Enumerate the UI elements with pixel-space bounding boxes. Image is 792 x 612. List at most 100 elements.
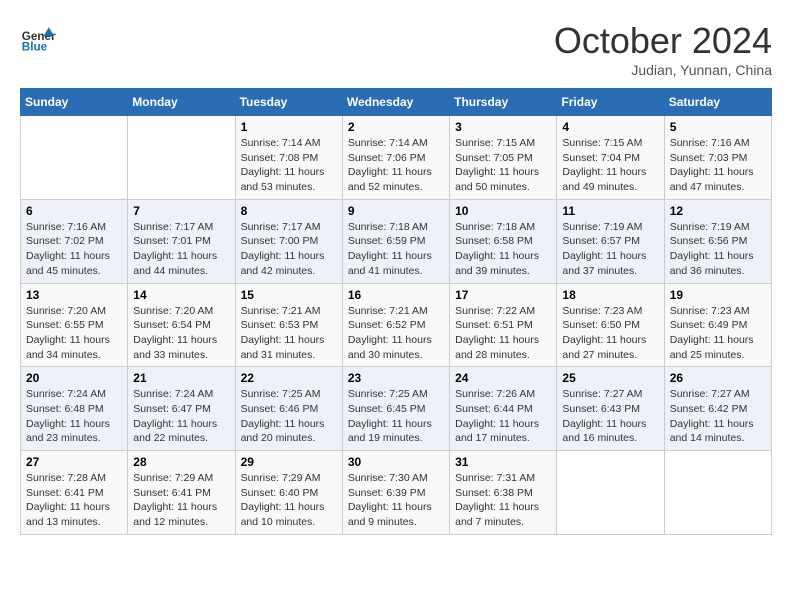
calendar-cell: 31 Sunrise: 7:31 AMSunset: 6:38 PMDaylig… — [450, 451, 557, 535]
day-info: Sunrise: 7:29 AMSunset: 6:40 PMDaylight:… — [241, 472, 325, 528]
day-number: 24 — [455, 371, 551, 385]
day-number: 19 — [670, 288, 766, 302]
calendar-week-row: 13 Sunrise: 7:20 AMSunset: 6:55 PMDaylig… — [21, 283, 772, 367]
calendar-header-row: SundayMondayTuesdayWednesdayThursdayFrid… — [21, 89, 772, 116]
calendar-cell: 27 Sunrise: 7:28 AMSunset: 6:41 PMDaylig… — [21, 451, 128, 535]
day-info: Sunrise: 7:14 AMSunset: 7:06 PMDaylight:… — [348, 137, 432, 193]
day-number: 21 — [133, 371, 229, 385]
calendar-cell: 26 Sunrise: 7:27 AMSunset: 6:42 PMDaylig… — [664, 367, 771, 451]
day-header-tuesday: Tuesday — [235, 89, 342, 116]
svg-text:Blue: Blue — [22, 41, 48, 54]
day-info: Sunrise: 7:25 AMSunset: 6:46 PMDaylight:… — [241, 388, 325, 444]
calendar-cell: 1 Sunrise: 7:14 AMSunset: 7:08 PMDayligh… — [235, 116, 342, 200]
calendar-cell: 29 Sunrise: 7:29 AMSunset: 6:40 PMDaylig… — [235, 451, 342, 535]
day-info: Sunrise: 7:26 AMSunset: 6:44 PMDaylight:… — [455, 388, 539, 444]
day-number: 29 — [241, 455, 337, 469]
day-info: Sunrise: 7:19 AMSunset: 6:57 PMDaylight:… — [562, 221, 646, 277]
day-info: Sunrise: 7:30 AMSunset: 6:39 PMDaylight:… — [348, 472, 432, 528]
day-number: 14 — [133, 288, 229, 302]
calendar-cell: 15 Sunrise: 7:21 AMSunset: 6:53 PMDaylig… — [235, 283, 342, 367]
calendar-cell: 18 Sunrise: 7:23 AMSunset: 6:50 PMDaylig… — [557, 283, 664, 367]
day-info: Sunrise: 7:22 AMSunset: 6:51 PMDaylight:… — [455, 305, 539, 361]
day-number: 16 — [348, 288, 444, 302]
calendar-cell — [128, 116, 235, 200]
page-header: General Blue October 2024 Judian, Yunnan… — [20, 20, 772, 78]
day-header-wednesday: Wednesday — [342, 89, 449, 116]
day-number: 5 — [670, 120, 766, 134]
calendar-cell: 17 Sunrise: 7:22 AMSunset: 6:51 PMDaylig… — [450, 283, 557, 367]
calendar-cell: 4 Sunrise: 7:15 AMSunset: 7:04 PMDayligh… — [557, 116, 664, 200]
day-info: Sunrise: 7:29 AMSunset: 6:41 PMDaylight:… — [133, 472, 217, 528]
day-number: 28 — [133, 455, 229, 469]
day-info: Sunrise: 7:20 AMSunset: 6:54 PMDaylight:… — [133, 305, 217, 361]
calendar-cell: 7 Sunrise: 7:17 AMSunset: 7:01 PMDayligh… — [128, 199, 235, 283]
calendar-cell — [664, 451, 771, 535]
day-info: Sunrise: 7:20 AMSunset: 6:55 PMDaylight:… — [26, 305, 110, 361]
calendar-cell: 20 Sunrise: 7:24 AMSunset: 6:48 PMDaylig… — [21, 367, 128, 451]
day-header-monday: Monday — [128, 89, 235, 116]
calendar-cell: 8 Sunrise: 7:17 AMSunset: 7:00 PMDayligh… — [235, 199, 342, 283]
day-number: 18 — [562, 288, 658, 302]
calendar-cell: 3 Sunrise: 7:15 AMSunset: 7:05 PMDayligh… — [450, 116, 557, 200]
day-info: Sunrise: 7:14 AMSunset: 7:08 PMDaylight:… — [241, 137, 325, 193]
location-subtitle: Judian, Yunnan, China — [554, 62, 772, 78]
calendar-cell: 28 Sunrise: 7:29 AMSunset: 6:41 PMDaylig… — [128, 451, 235, 535]
day-number: 17 — [455, 288, 551, 302]
calendar-cell: 9 Sunrise: 7:18 AMSunset: 6:59 PMDayligh… — [342, 199, 449, 283]
logo-icon: General Blue — [20, 20, 56, 56]
day-number: 6 — [26, 204, 122, 218]
day-number: 8 — [241, 204, 337, 218]
day-info: Sunrise: 7:24 AMSunset: 6:47 PMDaylight:… — [133, 388, 217, 444]
day-number: 31 — [455, 455, 551, 469]
calendar-cell: 16 Sunrise: 7:21 AMSunset: 6:52 PMDaylig… — [342, 283, 449, 367]
calendar-cell: 23 Sunrise: 7:25 AMSunset: 6:45 PMDaylig… — [342, 367, 449, 451]
day-header-saturday: Saturday — [664, 89, 771, 116]
day-info: Sunrise: 7:21 AMSunset: 6:52 PMDaylight:… — [348, 305, 432, 361]
day-info: Sunrise: 7:21 AMSunset: 6:53 PMDaylight:… — [241, 305, 325, 361]
calendar-week-row: 6 Sunrise: 7:16 AMSunset: 7:02 PMDayligh… — [21, 199, 772, 283]
calendar-cell — [557, 451, 664, 535]
day-info: Sunrise: 7:24 AMSunset: 6:48 PMDaylight:… — [26, 388, 110, 444]
title-block: October 2024 Judian, Yunnan, China — [554, 20, 772, 78]
day-info: Sunrise: 7:25 AMSunset: 6:45 PMDaylight:… — [348, 388, 432, 444]
day-number: 1 — [241, 120, 337, 134]
day-number: 15 — [241, 288, 337, 302]
day-header-thursday: Thursday — [450, 89, 557, 116]
day-header-sunday: Sunday — [21, 89, 128, 116]
calendar-cell: 22 Sunrise: 7:25 AMSunset: 6:46 PMDaylig… — [235, 367, 342, 451]
day-info: Sunrise: 7:28 AMSunset: 6:41 PMDaylight:… — [26, 472, 110, 528]
day-info: Sunrise: 7:17 AMSunset: 7:01 PMDaylight:… — [133, 221, 217, 277]
day-info: Sunrise: 7:19 AMSunset: 6:56 PMDaylight:… — [670, 221, 754, 277]
day-number: 3 — [455, 120, 551, 134]
day-number: 4 — [562, 120, 658, 134]
day-number: 13 — [26, 288, 122, 302]
day-info: Sunrise: 7:15 AMSunset: 7:04 PMDaylight:… — [562, 137, 646, 193]
calendar-cell: 30 Sunrise: 7:30 AMSunset: 6:39 PMDaylig… — [342, 451, 449, 535]
day-number: 26 — [670, 371, 766, 385]
calendar-cell: 21 Sunrise: 7:24 AMSunset: 6:47 PMDaylig… — [128, 367, 235, 451]
day-number: 9 — [348, 204, 444, 218]
day-info: Sunrise: 7:31 AMSunset: 6:38 PMDaylight:… — [455, 472, 539, 528]
day-info: Sunrise: 7:16 AMSunset: 7:03 PMDaylight:… — [670, 137, 754, 193]
day-info: Sunrise: 7:27 AMSunset: 6:42 PMDaylight:… — [670, 388, 754, 444]
day-info: Sunrise: 7:18 AMSunset: 6:59 PMDaylight:… — [348, 221, 432, 277]
calendar-week-row: 1 Sunrise: 7:14 AMSunset: 7:08 PMDayligh… — [21, 116, 772, 200]
calendar-cell: 19 Sunrise: 7:23 AMSunset: 6:49 PMDaylig… — [664, 283, 771, 367]
day-number: 25 — [562, 371, 658, 385]
day-number: 30 — [348, 455, 444, 469]
day-info: Sunrise: 7:23 AMSunset: 6:49 PMDaylight:… — [670, 305, 754, 361]
day-number: 22 — [241, 371, 337, 385]
month-title: October 2024 — [554, 20, 772, 62]
calendar-week-row: 20 Sunrise: 7:24 AMSunset: 6:48 PMDaylig… — [21, 367, 772, 451]
day-number: 27 — [26, 455, 122, 469]
day-info: Sunrise: 7:23 AMSunset: 6:50 PMDaylight:… — [562, 305, 646, 361]
day-number: 2 — [348, 120, 444, 134]
calendar-cell: 12 Sunrise: 7:19 AMSunset: 6:56 PMDaylig… — [664, 199, 771, 283]
day-number: 10 — [455, 204, 551, 218]
calendar-table: SundayMondayTuesdayWednesdayThursdayFrid… — [20, 88, 772, 535]
calendar-cell: 10 Sunrise: 7:18 AMSunset: 6:58 PMDaylig… — [450, 199, 557, 283]
calendar-week-row: 27 Sunrise: 7:28 AMSunset: 6:41 PMDaylig… — [21, 451, 772, 535]
calendar-cell: 11 Sunrise: 7:19 AMSunset: 6:57 PMDaylig… — [557, 199, 664, 283]
day-info: Sunrise: 7:18 AMSunset: 6:58 PMDaylight:… — [455, 221, 539, 277]
day-info: Sunrise: 7:16 AMSunset: 7:02 PMDaylight:… — [26, 221, 110, 277]
